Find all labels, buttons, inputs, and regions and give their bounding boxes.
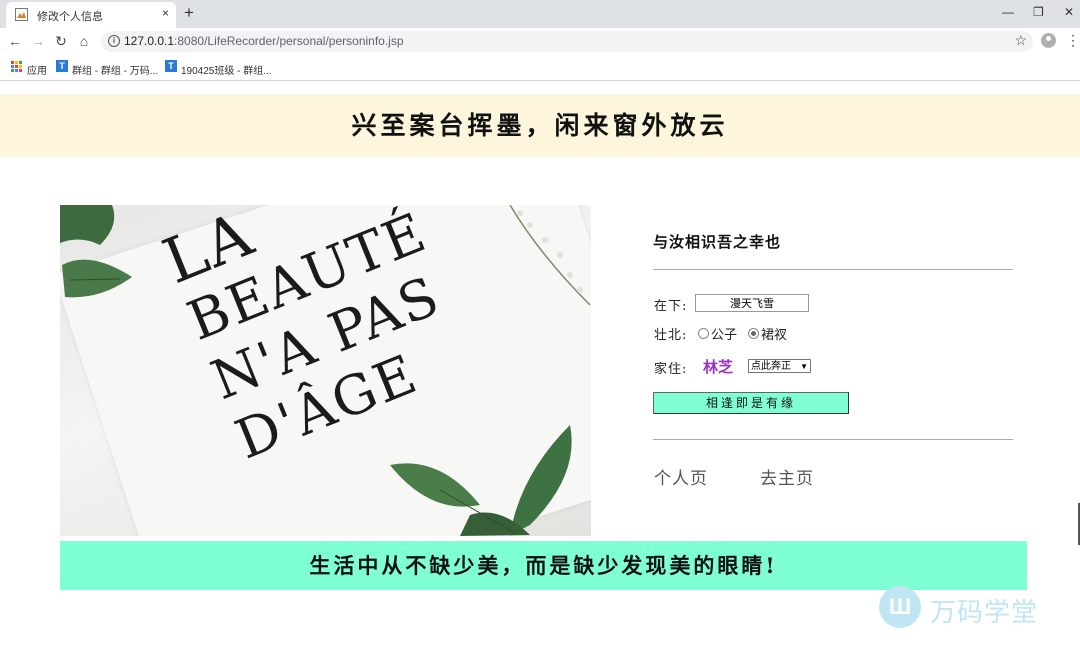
greeting-text: 与汝相识吾之幸也 bbox=[653, 233, 782, 251]
leaf-icon bbox=[60, 205, 132, 298]
bookmark-site-icon: T bbox=[165, 60, 177, 72]
url-text: 127.0.0.1:8080/LifeRecorder/personal/per… bbox=[124, 34, 404, 48]
banner-title: 兴至案台挥墨，闲来窗外放云 bbox=[351, 111, 729, 140]
gender-option-label: 裙衩 bbox=[761, 328, 788, 343]
footer-slogan-band: 生活中从不缺少美，而是缺少发现美的眼睛! bbox=[60, 541, 1027, 590]
main-page-link[interactable]: 去主页 bbox=[760, 464, 814, 489]
bookmark-star-icon[interactable]: ☆ bbox=[1014, 32, 1027, 49]
profile-avatar-icon[interactable] bbox=[1041, 33, 1056, 48]
home-icon[interactable]: ⌂ bbox=[75, 32, 93, 50]
site-info-icon[interactable]: i bbox=[108, 35, 120, 47]
divider bbox=[653, 439, 1013, 440]
name-input[interactable] bbox=[695, 294, 809, 312]
bookmark-group-1[interactable]: 群组 - 群组 - 万码... bbox=[72, 62, 158, 77]
gender-option-label: 公子 bbox=[711, 328, 738, 343]
restore-icon[interactable]: ❐ bbox=[1033, 5, 1044, 19]
browser-menu-icon[interactable]: ⋮ bbox=[1066, 33, 1080, 48]
top-banner: 兴至案台挥墨，闲来窗外放云 bbox=[0, 94, 1080, 157]
submit-button[interactable]: 相逢即是有缘 bbox=[653, 392, 849, 414]
bookmark-apps[interactable]: 应用 bbox=[27, 62, 47, 77]
gender-label: 壮北: bbox=[654, 328, 688, 343]
bookmark-site-icon: T bbox=[56, 60, 68, 72]
browser-toolbar: ← → ↻ ⌂ i 127.0.0.1:8080/LifeRecorder/pe… bbox=[0, 28, 1080, 54]
watermark-text: 万码学堂 bbox=[930, 597, 1039, 627]
home-label: 家住: bbox=[654, 362, 688, 377]
new-tab-button[interactable]: + bbox=[184, 4, 194, 22]
tab-active[interactable]: 修改个人信息 × bbox=[6, 2, 176, 28]
window-close-icon[interactable]: ✕ bbox=[1064, 5, 1074, 19]
gender-radio-female[interactable] bbox=[748, 328, 759, 339]
apps-grid-icon[interactable] bbox=[11, 61, 22, 72]
tab-close-icon[interactable]: × bbox=[162, 6, 169, 20]
dropdown-arrow-icon: ▼ bbox=[800, 362, 808, 371]
flower-sprig-icon bbox=[509, 205, 591, 306]
hero-image: LA BEAUTÉ N'A PAS D'ÂGE bbox=[60, 205, 591, 536]
address-bar[interactable]: i 127.0.0.1:8080/LifeRecorder/personal/p… bbox=[101, 31, 1033, 52]
bookmarks-bar bbox=[0, 54, 1080, 81]
footer-slogan: 生活中从不缺少美，而是缺少发现美的眼睛! bbox=[309, 553, 778, 578]
url-host: 127.0.0.1 bbox=[124, 34, 175, 48]
page-favicon-icon bbox=[15, 8, 28, 21]
divider bbox=[653, 269, 1013, 270]
forward-icon[interactable]: → bbox=[29, 32, 47, 50]
url-path: :8080/LifeRecorder/personal/personinfo.j… bbox=[174, 34, 404, 48]
name-label: 在下: bbox=[654, 299, 688, 314]
city-select[interactable]: 点此奔正 ▼ bbox=[748, 359, 811, 373]
tab-strip: 修改个人信息 × + — ❐ ✕ bbox=[0, 0, 1080, 28]
back-icon[interactable]: ← bbox=[6, 32, 24, 50]
gender-radio-male[interactable] bbox=[698, 328, 709, 339]
bookmark-group-2[interactable]: 190425班级 - 群组... bbox=[181, 62, 272, 77]
leaf-icon bbox=[390, 425, 572, 536]
personal-page-link[interactable]: 个人页 bbox=[654, 464, 708, 489]
reload-icon[interactable]: ↻ bbox=[52, 32, 70, 50]
minimize-icon[interactable]: — bbox=[1002, 5, 1014, 19]
home-city: 林芝 bbox=[703, 358, 734, 376]
tab-title: 修改个人信息 bbox=[37, 11, 103, 23]
watermark-logo-icon: Ш bbox=[879, 586, 921, 628]
city-select-value: 点此奔正 bbox=[751, 361, 791, 372]
